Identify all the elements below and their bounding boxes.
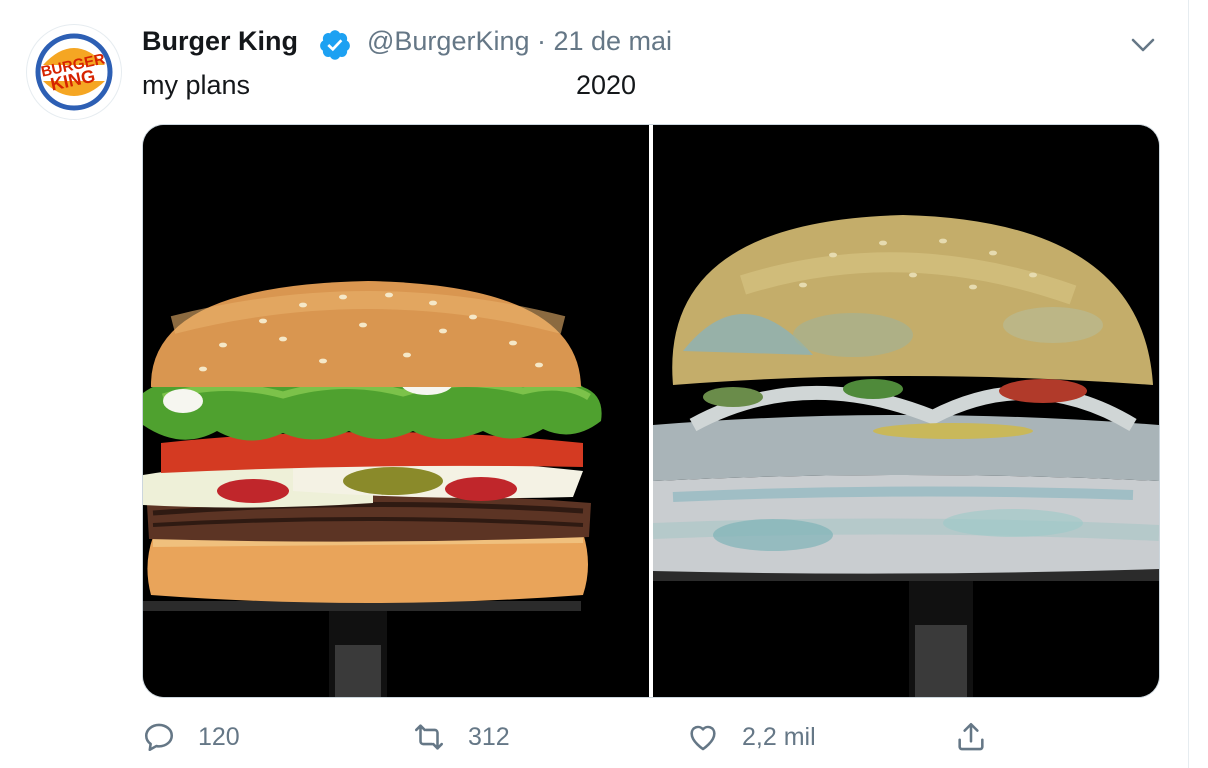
like-count: 2,2 mil <box>742 722 816 751</box>
tweet-text-my-plans: my plans <box>142 70 251 100</box>
tweet-media[interactable] <box>142 124 1160 698</box>
moldy-burger-image[interactable] <box>653 125 1159 697</box>
burger-king-logo: BURGER KING <box>28 26 120 118</box>
verified-badge-icon <box>320 30 350 60</box>
chevron-down-icon[interactable] <box>1128 30 1158 60</box>
author-name[interactable]: Burger King <box>142 26 298 57</box>
retweet-button[interactable]: 312 <box>412 712 510 762</box>
like-button[interactable]: 2,2 mil <box>686 712 816 762</box>
tweet-actions: 120 312 2,2 mil <box>0 712 1188 762</box>
retweet-count: 312 <box>468 722 510 751</box>
tweet-text-2020: 2020 <box>576 70 637 100</box>
share-icon <box>958 722 984 751</box>
fresh-burger-image[interactable] <box>143 125 649 697</box>
heart-icon <box>690 725 716 751</box>
reply-button[interactable]: 120 <box>142 712 240 762</box>
handle-and-date[interactable]: @BurgerKing · 21 de mai <box>367 26 672 57</box>
retweet-icon <box>414 724 444 750</box>
share-button[interactable] <box>954 712 988 762</box>
avatar[interactable]: BURGER KING <box>26 24 122 120</box>
column-border <box>1188 0 1189 768</box>
reply-count: 120 <box>198 722 240 751</box>
reply-icon <box>144 723 174 752</box>
